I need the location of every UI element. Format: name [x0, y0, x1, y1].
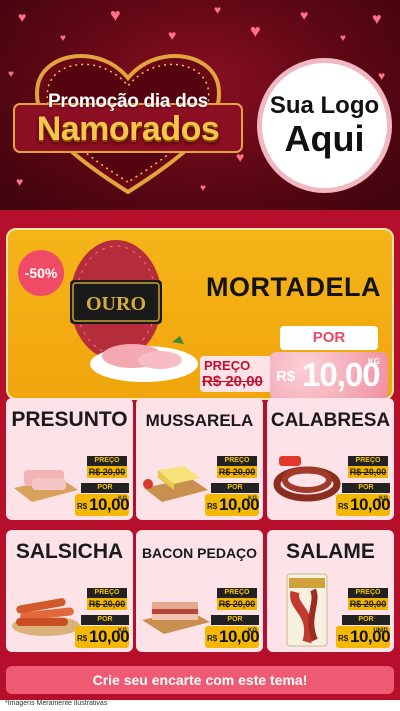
preco-label: PREÇO	[348, 456, 388, 466]
old-price-tag: PREÇO R$ 20,00	[348, 456, 388, 478]
featured-product-card: OURO -50% MORTADELA PREÇO R$ 20,00 POR R…	[6, 228, 394, 400]
new-price-box: R$ 10,00 KG	[75, 494, 130, 516]
preco-label: PREÇO	[217, 456, 257, 466]
currency-label: R$	[338, 502, 349, 511]
old-price: R$ 20,00	[348, 466, 388, 478]
old-price-tag: PREÇO R$ 20,00	[87, 588, 127, 610]
header-banner: ♥ ♥ ♥ ♥ ♥ ♥ ♥ ♥ ♥ ♥ ♥ ♥ ♥ ♥ Promoção dia…	[0, 0, 400, 210]
product-name: SALSICHA	[15, 540, 124, 563]
heart-icon: ♥	[60, 33, 66, 44]
currency-label: R$	[77, 634, 88, 643]
old-price: R$ 20,00	[87, 466, 127, 478]
price-unit: UNID	[373, 628, 388, 634]
heart-icon: ♥	[250, 21, 261, 41]
por-label: POR	[211, 483, 259, 493]
currency-label: R$	[77, 502, 88, 511]
por-label: POR	[342, 483, 390, 493]
currency-label: R$	[207, 634, 218, 643]
product-card-mussarela: MUSSARELA PREÇO R$ 20,00 POR R$ 10,00 KG	[136, 398, 263, 520]
por-label: POR	[342, 615, 390, 625]
old-price-tag: PREÇO R$ 20,00	[87, 456, 127, 478]
featured-product-name: MORTADELA	[206, 272, 381, 302]
discount-badge: -50%	[18, 250, 64, 296]
por-label: POR	[280, 326, 378, 350]
new-price-box: R$ 10,00 KG	[205, 494, 260, 516]
currency-label: R$	[338, 634, 349, 643]
mussarela-image	[143, 466, 208, 502]
promo-title-line2: Namorados	[36, 110, 220, 148]
calabresa-image	[273, 456, 341, 502]
old-price-tag: PREÇO R$ 20,00	[200, 356, 272, 392]
mortadela-image: OURO	[70, 240, 198, 382]
logo-placeholder: Sua Logo Aqui	[257, 58, 392, 193]
heart-icon: ♥	[300, 7, 309, 23]
heart-icon: ♥	[214, 3, 222, 17]
new-price-box: R$ 10,00 UNID	[336, 626, 391, 648]
por-label: POR	[81, 615, 129, 625]
por-label: POR	[211, 615, 259, 625]
product-card-salsicha: SALSICHA PREÇO R$ 20,00 POR R$ 10,00 KG	[6, 530, 133, 652]
new-price-box: R$ 10,00 KG	[270, 352, 388, 398]
preco-label: PREÇO	[87, 588, 127, 598]
flyer-page: ♥ ♥ ♥ ♥ ♥ ♥ ♥ ♥ ♥ ♥ ♥ ♥ ♥ ♥ Promoção dia…	[0, 0, 400, 711]
salame-image	[286, 573, 328, 647]
currency-label: R$	[276, 368, 296, 385]
heart-icon: ♥	[18, 9, 27, 25]
salsicha-image	[12, 598, 80, 636]
product-name: CALABRESA	[270, 410, 391, 431]
product-name: PRESUNTO	[11, 408, 128, 431]
price-unit: KG	[118, 496, 127, 502]
preco-label: PREÇO	[204, 358, 251, 373]
old-price: R$ 20,00	[217, 466, 257, 478]
old-price-tag: PREÇO R$ 20,00	[348, 588, 388, 610]
disclaimer-note: *Imagens Meramente Ilustrativas	[5, 700, 108, 707]
price-unit: KG	[248, 496, 257, 502]
currency-label: R$	[207, 502, 218, 511]
old-price-tag: PREÇO R$ 20,00	[217, 456, 257, 478]
heart-icon: ♥	[340, 33, 346, 44]
new-price-box: R$ 10,00 KG	[205, 626, 260, 648]
preco-label: PREÇO	[348, 588, 388, 598]
old-price: R$ 20,00	[348, 598, 388, 610]
product-card-bacon: BACON PEDAÇO PREÇO R$ 20,00 POR R$ 10,00…	[136, 530, 263, 652]
product-name: BACON PEDAÇO	[141, 545, 258, 561]
logo-text-line1: Sua Logo	[269, 91, 380, 119]
package-brand: OURO	[86, 293, 146, 315]
preco-label: PREÇO	[217, 588, 257, 598]
preco-label: PREÇO	[87, 456, 127, 466]
price-unit: KG	[379, 496, 388, 502]
old-price: R$ 20,00	[202, 373, 263, 390]
price-unit: KG	[248, 628, 257, 634]
old-price: R$ 20,00	[217, 598, 257, 610]
logo-text-line2: Aqui	[284, 117, 365, 159]
heart-icon: ♥	[110, 5, 121, 25]
por-label: POR	[81, 483, 129, 493]
bacon-image	[142, 602, 210, 634]
new-price-box: R$ 10,00 KG	[75, 626, 130, 648]
product-name: MUSSARELA	[145, 411, 254, 430]
promo-heart-banner: Promoção dia dos Namorados	[8, 44, 248, 194]
heart-icon: ♥	[372, 11, 382, 28]
product-name: SALAME	[286, 540, 375, 563]
product-card-salame: SALAME PREÇO R$ 20,00 POR R$ 10,00 UNID	[267, 530, 394, 652]
new-price-block: POR R$ 10,00 KG	[270, 326, 388, 398]
heart-icon: ♥	[378, 69, 386, 83]
product-card-presunto: PRESUNTO PREÇO R$ 20,00 POR R$ 10,00 KG	[6, 398, 133, 520]
price-unit: KG	[118, 628, 127, 634]
new-price-box: R$ 10,00 KG	[336, 494, 391, 516]
product-card-calabresa: CALABRESA PREÇO R$ 20,00 POR R$ 10,00 KG	[267, 398, 394, 520]
old-price: R$ 20,00	[87, 598, 127, 610]
create-flyer-button[interactable]: Crie seu encarte com este tema!	[6, 666, 394, 694]
price-unit: KG	[368, 357, 380, 366]
old-price-tag: PREÇO R$ 20,00	[217, 588, 257, 610]
presunto-image	[14, 470, 78, 502]
heart-icon: ♥	[168, 27, 177, 43]
offers-area: OURO -50% MORTADELA PREÇO R$ 20,00 POR R…	[0, 210, 400, 700]
